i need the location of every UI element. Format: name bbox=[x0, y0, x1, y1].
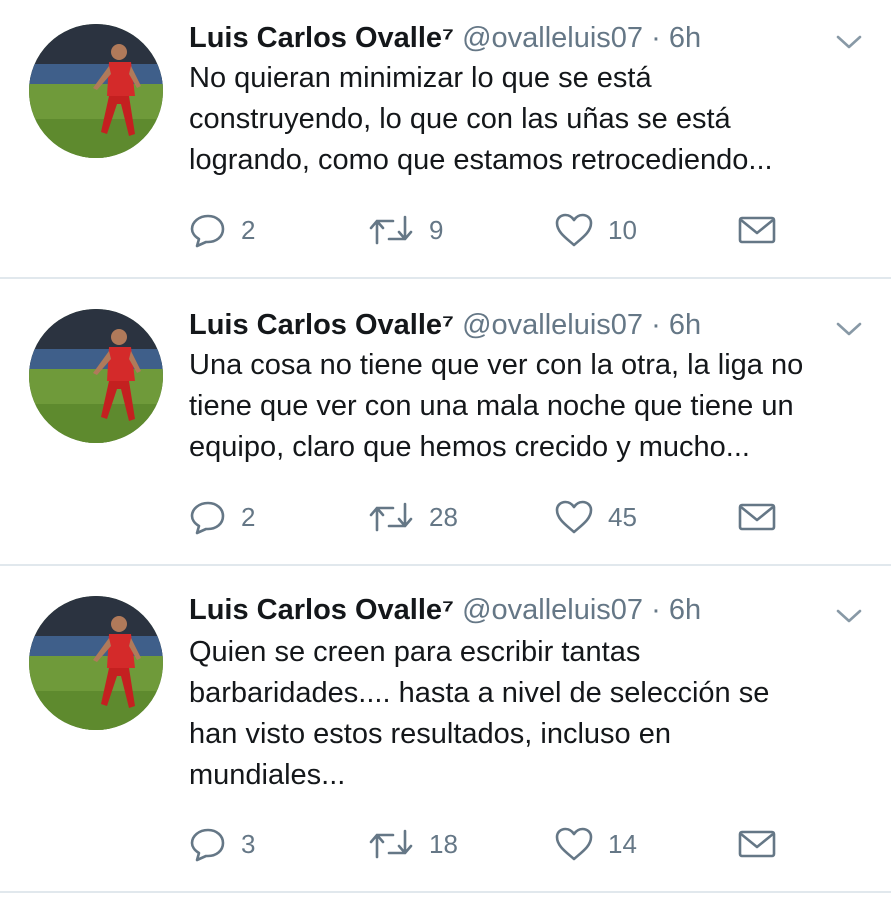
author-name[interactable]: Luis Carlos Ovalle⁷ bbox=[189, 22, 454, 54]
retweet-button[interactable]: 9 bbox=[367, 210, 443, 250]
divider bbox=[0, 891, 891, 893]
heart-icon bbox=[554, 499, 594, 535]
author-handle[interactable]: @ovalleluis07 bbox=[462, 22, 643, 54]
tweet-header: Luis Carlos Ovalle⁷ @ovalleluis07 · 6h bbox=[189, 18, 701, 58]
retweet-count: 18 bbox=[429, 828, 458, 859]
tweet[interactable]: Luis Carlos Ovalle⁷ @ovalleluis07 · 6h Q… bbox=[0, 566, 891, 891]
retweet-count: 9 bbox=[429, 214, 444, 245]
reply-button[interactable]: 2 bbox=[189, 497, 255, 537]
tweet-text-line: equipo, claro que hemos crecido y mucho.… bbox=[189, 431, 750, 463]
tweet[interactable]: Luis Carlos Ovalle⁷ @ovalleluis07 · 6h U… bbox=[0, 279, 891, 566]
tweet-text-line: mundiales... bbox=[189, 759, 346, 791]
tweet-feed: Luis Carlos Ovalle⁷ @ovalleluis07 · 6h N… bbox=[0, 0, 891, 900]
retweet-icon bbox=[367, 827, 415, 861]
avatar[interactable] bbox=[29, 596, 163, 730]
reply-count: 2 bbox=[241, 501, 256, 532]
direct-message-button[interactable] bbox=[737, 497, 777, 537]
reply-count: 3 bbox=[241, 828, 256, 859]
tweet-header: Luis Carlos Ovalle⁷ @ovalleluis07 · 6h bbox=[189, 305, 701, 345]
tweet-text: No quieran minimizar lo que se está cons… bbox=[189, 58, 869, 181]
reply-count: 2 bbox=[241, 214, 256, 245]
like-count: 45 bbox=[608, 501, 637, 532]
retweet-icon bbox=[367, 500, 415, 534]
like-button[interactable]: 10 bbox=[554, 210, 637, 250]
tweet-text-line: logrando, como que estamos retrocediendo… bbox=[189, 144, 773, 176]
tweet-text-line: No quieran minimizar lo que se está bbox=[189, 62, 652, 94]
timestamp[interactable]: 6h bbox=[669, 22, 701, 54]
tweet-text: Quien se creen para escribir tantas barb… bbox=[189, 632, 869, 796]
separator-dot: · bbox=[651, 309, 661, 341]
tweet-text-line: Una cosa no tiene que ver con la otra, l… bbox=[189, 349, 804, 381]
author-handle[interactable]: @ovalleluis07 bbox=[462, 309, 643, 341]
reply-button[interactable]: 2 bbox=[189, 210, 255, 250]
tweet-text-line: han visto estos resultados, incluso en bbox=[189, 718, 671, 750]
direct-message-button[interactable] bbox=[737, 210, 777, 250]
retweet-count: 28 bbox=[429, 501, 458, 532]
chevron-down-icon[interactable] bbox=[834, 30, 864, 54]
retweet-button[interactable]: 18 bbox=[367, 824, 458, 864]
heart-icon bbox=[554, 212, 594, 248]
timestamp[interactable]: 6h bbox=[669, 594, 701, 626]
like-button[interactable]: 14 bbox=[554, 824, 637, 864]
envelope-icon bbox=[737, 214, 777, 246]
reply-icon bbox=[189, 212, 227, 248]
like-count: 14 bbox=[608, 828, 637, 859]
heart-icon bbox=[554, 826, 594, 862]
chevron-down-icon[interactable] bbox=[834, 604, 864, 628]
avatar[interactable] bbox=[29, 24, 163, 158]
like-button[interactable]: 45 bbox=[554, 497, 637, 537]
like-count: 10 bbox=[608, 214, 637, 245]
tweet-text-line: Quien se creen para escribir tantas bbox=[189, 636, 641, 668]
direct-message-button[interactable] bbox=[737, 824, 777, 864]
reply-button[interactable]: 3 bbox=[189, 824, 255, 864]
tweet-text-line: tiene que ver con una mala noche que tie… bbox=[189, 390, 794, 422]
tweet[interactable]: Luis Carlos Ovalle⁷ @ovalleluis07 · 6h N… bbox=[0, 0, 891, 279]
envelope-icon bbox=[737, 501, 777, 533]
author-name[interactable]: Luis Carlos Ovalle⁷ bbox=[189, 594, 454, 626]
tweet-header: Luis Carlos Ovalle⁷ @ovalleluis07 · 6h bbox=[189, 590, 701, 630]
envelope-icon bbox=[737, 828, 777, 860]
tweet-text-line: barbaridades.... hasta a nivel de selecc… bbox=[189, 677, 770, 709]
avatar[interactable] bbox=[29, 309, 163, 443]
tweet-text: Una cosa no tiene que ver con la otra, l… bbox=[189, 345, 869, 468]
chevron-down-icon[interactable] bbox=[834, 317, 864, 341]
tweet-text-line: construyendo, lo que con las uñas se est… bbox=[189, 103, 731, 135]
retweet-button[interactable]: 28 bbox=[367, 497, 458, 537]
retweet-icon bbox=[367, 213, 415, 247]
separator-dot: · bbox=[651, 594, 661, 626]
separator-dot: · bbox=[651, 22, 661, 54]
author-handle[interactable]: @ovalleluis07 bbox=[462, 594, 643, 626]
reply-icon bbox=[189, 826, 227, 862]
timestamp[interactable]: 6h bbox=[669, 309, 701, 341]
author-name[interactable]: Luis Carlos Ovalle⁷ bbox=[189, 309, 454, 341]
reply-icon bbox=[189, 499, 227, 535]
